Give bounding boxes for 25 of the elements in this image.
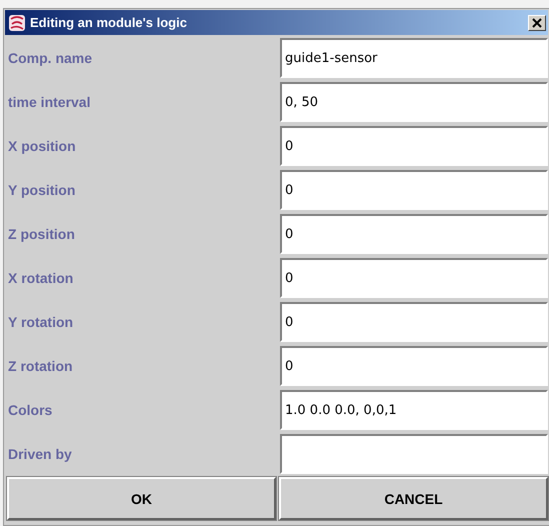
cancel-button[interactable]: CANCEL — [279, 477, 548, 520]
field-label: Comp. name — [7, 50, 92, 66]
input-field[interactable]: 0 — [280, 126, 548, 166]
input-field[interactable] — [280, 434, 548, 474]
field-label: Colors — [7, 402, 52, 418]
field-label: Y position — [7, 182, 76, 198]
input-field[interactable]: 0 — [280, 170, 548, 210]
input-field[interactable]: guide1-sensor — [280, 38, 548, 78]
input-field[interactable]: 0 — [280, 346, 548, 386]
field-label: Y rotation — [7, 314, 74, 330]
field-label: time interval — [7, 94, 90, 110]
field-label: X position — [7, 138, 76, 154]
app-logo-icon — [7, 12, 27, 32]
field-label: Z position — [7, 226, 75, 242]
window-title: Editing an module's logic — [30, 15, 188, 30]
input-field[interactable]: 0 — [280, 302, 548, 342]
field-label: X rotation — [7, 270, 74, 286]
input-field[interactable]: 1.0 0.0 0.0, 0,0,1 — [280, 390, 548, 430]
input-field[interactable]: 0 — [280, 214, 548, 254]
input-field[interactable]: 0 — [280, 258, 548, 298]
close-icon[interactable] — [528, 14, 546, 30]
ok-button[interactable]: OK — [7, 477, 276, 520]
field-label: Driven by — [7, 446, 72, 462]
field-label: Z rotation — [7, 358, 73, 374]
input-field[interactable]: 0, 50 — [280, 82, 548, 122]
